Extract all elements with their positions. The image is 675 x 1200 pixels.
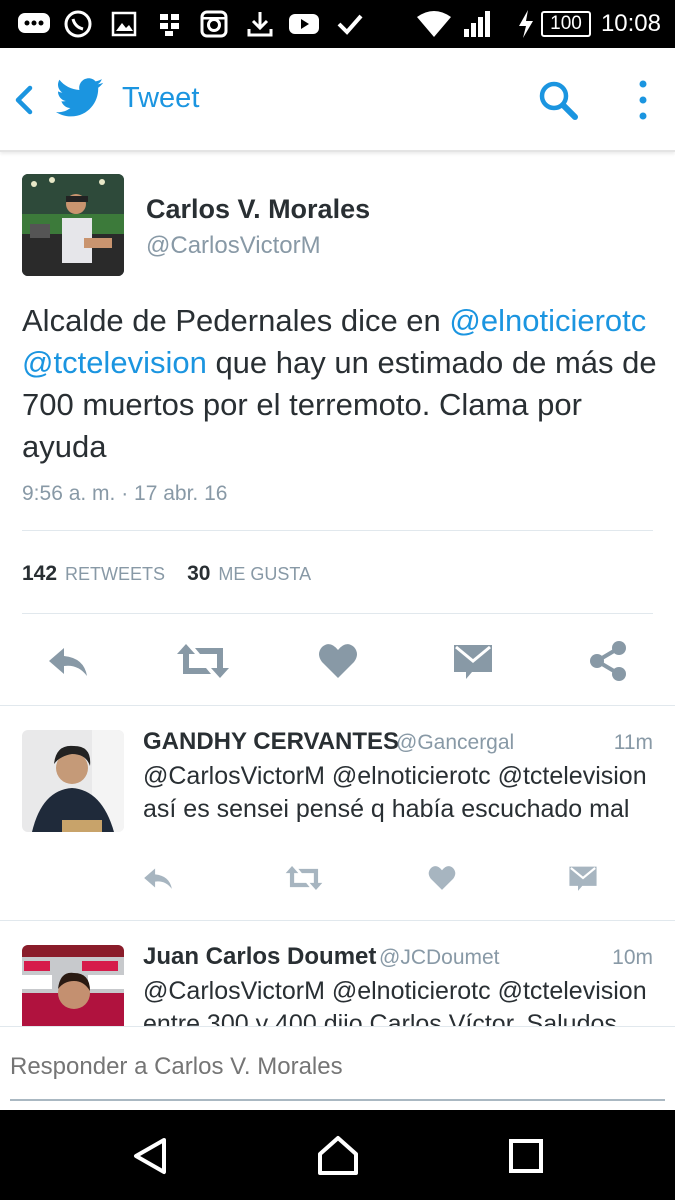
nav-recents-icon[interactable]	[508, 1138, 544, 1174]
divider	[22, 613, 653, 614]
reply-text: @CarlosVictorM @elnoticierotc @tctelevis…	[143, 977, 647, 1026]
direct-message-icon[interactable]	[568, 864, 598, 892]
whatsapp-icon	[60, 8, 96, 40]
mention-link[interactable]: @elnoticierotc	[449, 303, 646, 338]
share-icon[interactable]	[588, 640, 628, 682]
retweet-icon[interactable]	[285, 864, 323, 892]
twitter-bird-icon	[56, 78, 104, 118]
tweet-text: Alcalde de Pedernales dice en @elnoticie…	[22, 300, 657, 468]
reply-icon[interactable]	[46, 642, 90, 680]
overflow-menu-icon[interactable]	[634, 78, 652, 122]
avatar[interactable]	[22, 730, 124, 832]
battery-icon: 100	[540, 8, 592, 40]
reply-time: 11m	[613, 731, 653, 754]
like-icon[interactable]	[318, 642, 358, 680]
nav-back-icon[interactable]	[130, 1136, 170, 1176]
search-icon[interactable]	[536, 78, 580, 122]
app-bar: Tweet	[0, 48, 675, 152]
tweet-text-part: Alcalde de Pedernales dice en	[22, 303, 450, 338]
retweets-count[interactable]: 142	[22, 562, 57, 586]
battery-level: 100	[550, 13, 582, 34]
check-icon	[332, 8, 368, 40]
system-nav-bar	[0, 1110, 675, 1200]
screen-title: Tweet	[122, 82, 200, 114]
nav-home-icon[interactable]	[316, 1134, 360, 1176]
reply-icon[interactable]	[142, 864, 174, 892]
tweet-stats: 142 RETWEETS 30 ME GUSTA	[22, 562, 311, 586]
reply-time: 10m	[612, 946, 653, 969]
avatar[interactable]	[22, 945, 124, 1026]
like-icon[interactable]	[428, 864, 456, 892]
reply-text: @CarlosVictorM @elnoticierotc @tctelevis…	[143, 762, 647, 823]
reply-author-name[interactable]: GANDHY CERVANTES	[143, 728, 399, 756]
direct-message-icon[interactable]	[452, 642, 494, 680]
retweet-icon[interactable]	[176, 642, 230, 680]
author-handle[interactable]: @CarlosVictorM	[146, 232, 321, 260]
youtube-icon	[286, 8, 322, 40]
reply-tweet[interactable]: Juan Carlos Doumet @JCDoumet 10m @Carlos…	[0, 921, 675, 1026]
tweet-timestamp: 9:56 a. m. · 17 abr. 16	[22, 482, 228, 505]
download-icon	[242, 8, 278, 40]
charging-icon	[514, 8, 538, 40]
reply-input[interactable]	[10, 1047, 665, 1087]
likes-label[interactable]: ME GUSTA	[218, 564, 311, 585]
author-name[interactable]: Carlos V. Morales	[146, 194, 370, 225]
divider	[0, 705, 675, 706]
reply-author-handle[interactable]: @Gancergal	[396, 731, 514, 755]
back-icon[interactable]	[10, 82, 38, 118]
bbm-icon	[152, 8, 188, 40]
mention-link[interactable]: @tctelevision	[22, 345, 207, 380]
avatar[interactable]	[22, 174, 124, 276]
wifi-icon	[414, 8, 454, 40]
instagram-icon	[196, 8, 232, 40]
status-time: 10:08	[600, 10, 661, 37]
divider	[22, 530, 653, 531]
reply-author-handle[interactable]: @JCDoumet	[379, 946, 500, 970]
likes-count[interactable]: 30	[187, 562, 210, 586]
signal-icon	[460, 8, 496, 40]
retweets-label[interactable]: RETWEETS	[65, 564, 165, 585]
compose-bar	[0, 1026, 675, 1110]
gallery-icon	[106, 8, 142, 40]
status-bar: 100 10:08	[0, 0, 675, 48]
chat-icon	[16, 8, 52, 40]
input-underline	[10, 1099, 665, 1101]
reply-author-name[interactable]: Juan Carlos Doumet	[143, 943, 376, 971]
